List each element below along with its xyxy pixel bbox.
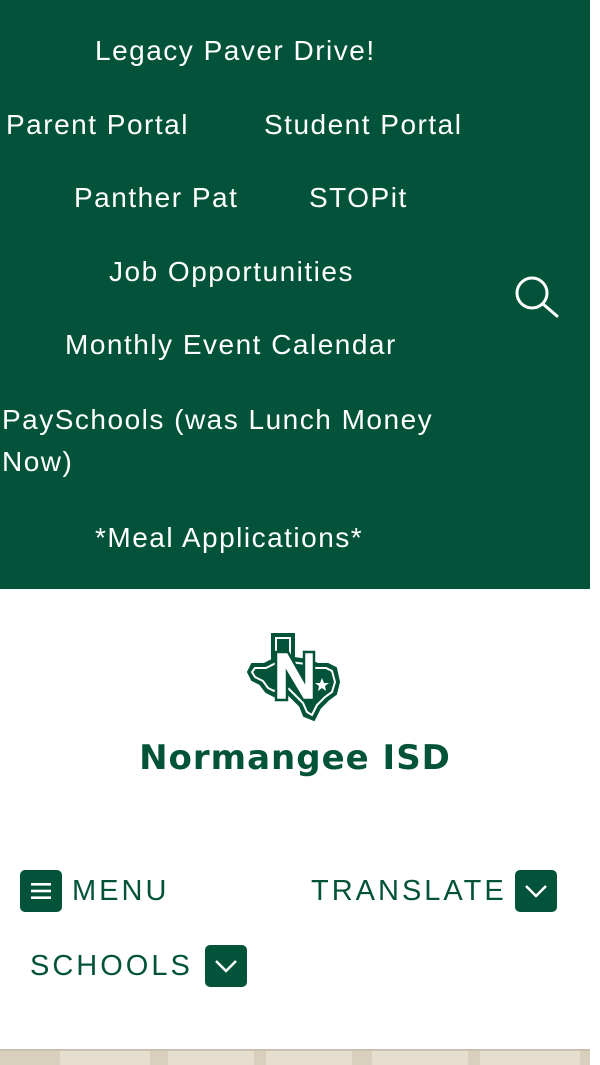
quick-link-monthly-event-calendar[interactable]: Monthly Event Calendar [65,324,397,366]
quick-links-bar: Legacy Paver Drive! Parent Portal Studen… [0,0,590,589]
quick-link-legacy-paver-drive[interactable]: Legacy Paver Drive! [95,30,376,72]
quick-link-panther-pat[interactable]: Panther Pat [74,177,238,219]
translate-button[interactable]: TRANSLATE [311,870,557,912]
hero-image [0,1049,590,1065]
menu-label: MENU [72,874,170,907]
menu-button[interactable]: MENU [20,870,169,912]
quick-link-meal-applications[interactable]: *Meal Applications* [95,517,363,559]
district-logo[interactable] [246,630,342,722]
quick-link-parent-portal[interactable]: Parent Portal [6,104,189,146]
quick-link-payschools[interactable]: PaySchools (was Lunch Money Now) [2,399,482,483]
texas-n-logo [246,633,341,722]
page: Legacy Paver Drive! Parent Portal Studen… [0,0,600,1065]
search-icon [515,276,559,318]
quick-link-job-opportunities[interactable]: Job Opportunities [109,251,354,293]
district-name[interactable]: Normangee ISD [0,738,590,778]
search-button[interactable] [512,274,562,320]
chevron-down-icon [204,945,247,987]
chevron-down-icon [514,870,557,912]
quick-link-stopit[interactable]: STOPit [309,177,408,219]
page-edge [590,0,600,1065]
quick-link-student-portal[interactable]: Student Portal [264,104,462,146]
schools-button[interactable]: SCHOOLS [30,945,247,987]
translate-label: TRANSLATE [311,874,507,907]
schools-label: SCHOOLS [30,949,193,982]
hamburger-icon [20,870,62,912]
